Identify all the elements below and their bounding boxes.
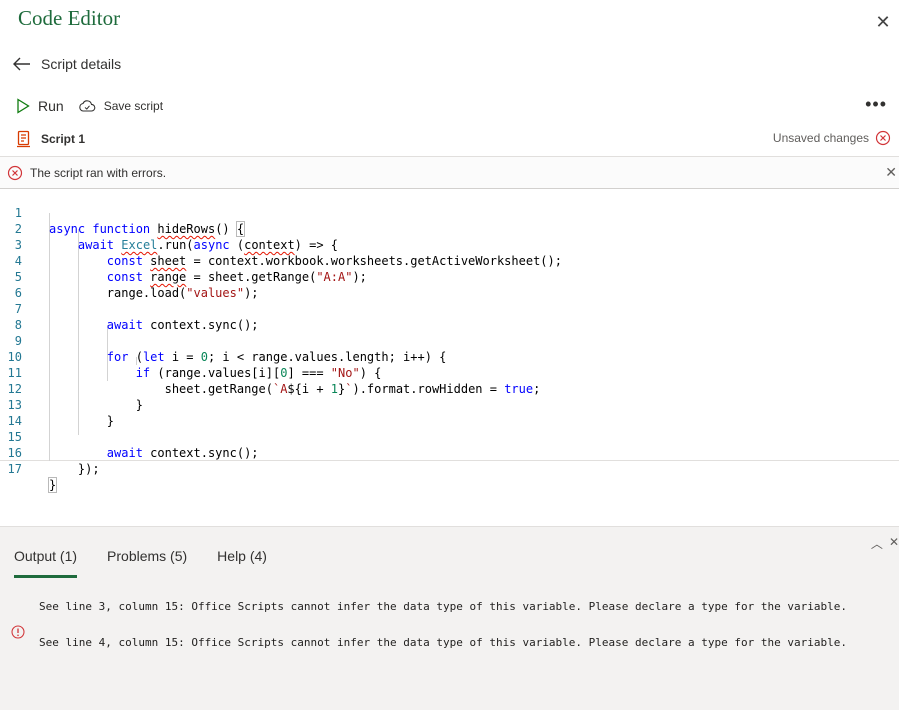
error-message: The script ran with errors. [30,165,167,180]
app-title: Code Editor [18,6,121,30]
code-line: 14 [0,397,899,428]
code-line: 4 const range = sheet.getRange("A:A"); [0,237,899,284]
panel-controls: ︿ ✕ [871,535,899,552]
tab-help[interactable]: Help (4) [217,548,267,578]
code-line: 8 [0,301,899,332]
more-options-icon[interactable]: ••• [865,95,887,113]
panel-tabs: Output (1) Problems (5) Help (4) [14,548,297,578]
code-line: 5 range.load("values"); [0,253,899,300]
code-line: 6 [0,269,899,300]
code-text: }); [49,462,100,476]
code-line: 11 sheet.getRange(`A${i + 1}`).format.ro… [0,349,899,396]
code-line: 17 } [0,445,899,493]
arrow-left-icon [13,57,30,71]
close-panel-icon[interactable]: ✕ [889,535,899,552]
run-label: Run [38,98,64,114]
warning-circle-icon [11,625,25,639]
save-script-label: Save script [103,99,164,113]
code-line: 2 await Excel.run(async (context) => { [0,205,899,252]
code-line: 7 await context.sync(); [0,285,899,332]
code-line: 13 } [0,381,899,428]
line-number: 17 [7,462,22,476]
run-button[interactable]: Run [16,98,64,114]
script-name[interactable]: Script 1 [41,132,85,146]
code-editor[interactable]: 1 async function hideRows() { 2 await Ex… [0,189,899,493]
tab-problems[interactable]: Problems (5) [107,548,187,578]
back-to-script-details[interactable]: Script details [13,56,121,72]
code-line: 1 async function hideRows() { [0,189,899,237]
error-message-bar: The script ran with errors. ✕ [0,156,899,189]
code-line: 12 } [0,365,899,412]
code-line: 16 }); [0,429,899,476]
error-circle-icon [7,165,23,180]
play-icon [17,98,30,114]
dismiss-icon[interactable]: ✕ [885,164,897,181]
save-script-button[interactable]: Save script [78,99,163,113]
output-panel: ︿ ✕ Output (1) Problems (5) Help (4) See… [0,526,899,710]
code-text: } [47,477,58,493]
code-line: 10 if (range.values[i][0] === "No") { [0,333,899,380]
code-line: 9 for (let i = 0; i < range.values.lengt… [0,317,899,364]
chevron-up-icon[interactable]: ︿ [871,535,883,552]
problem-item[interactable]: See line 4, column 15: Office Scripts ca… [39,637,869,649]
unsaved-status: Unsaved changes [773,130,891,146]
tab-output[interactable]: Output (1) [14,548,78,578]
cloud-save-icon [79,100,95,112]
error-circle-icon[interactable] [875,130,891,146]
close-icon[interactable]: ✕ [873,12,893,32]
code-line: 15 await context.sync(); [0,413,899,460]
toolbar: Run Save script ••• [16,95,887,117]
problem-item[interactable]: See line 3, column 15: Office Scripts ca… [39,601,869,613]
unsaved-label: Unsaved changes [772,131,869,145]
back-label: Script details [41,56,122,72]
script-file-icon [17,130,30,148]
script-tab: Script 1 Unsaved changes [16,128,891,150]
code-line: 3 const sheet = context.workbook.workshe… [0,221,899,268]
